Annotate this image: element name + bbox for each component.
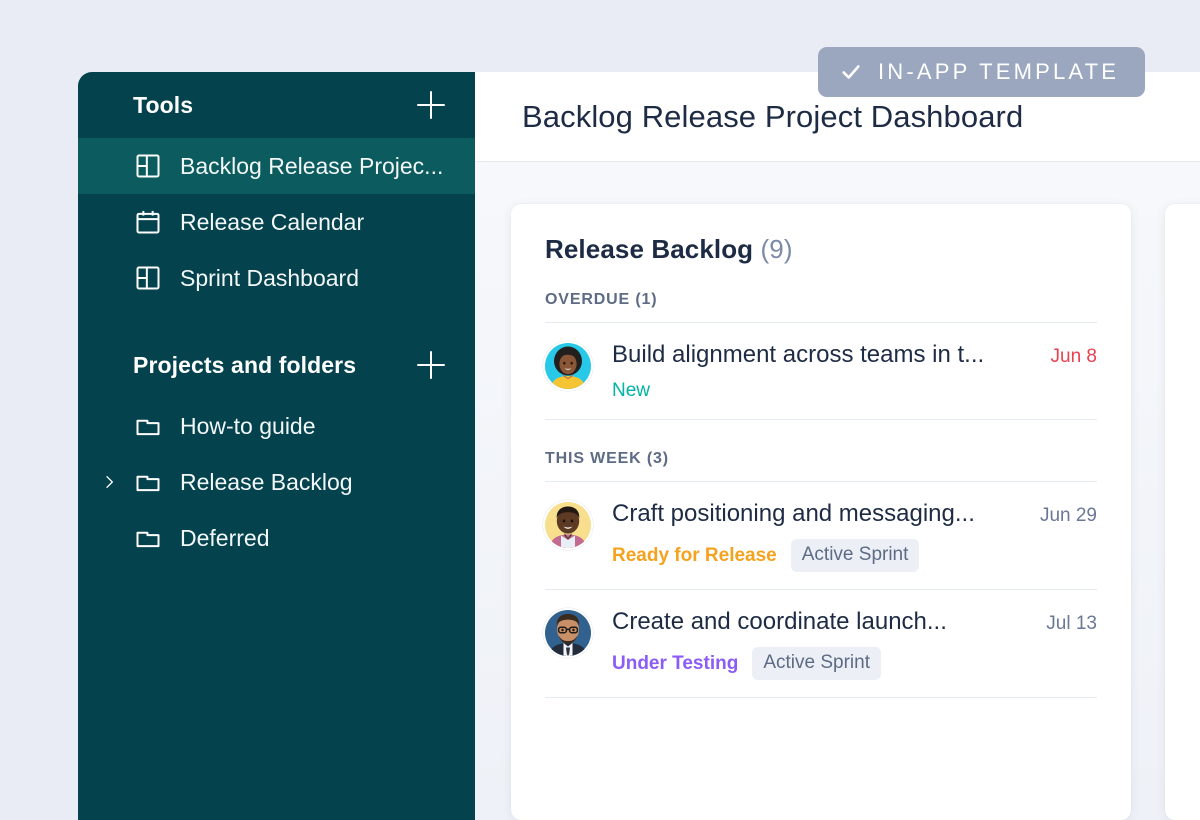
page-title: Backlog Release Project Dashboard: [522, 98, 1024, 134]
sidebar: Tools Backlog Release Projec... Release …: [78, 72, 475, 820]
sidebar-section-spacer: [78, 306, 475, 332]
sidebar-item-label: Release Backlog: [180, 468, 353, 495]
sprint-tag[interactable]: Active Sprint: [752, 647, 881, 680]
sprint-tag[interactable]: Active Sprint: [790, 539, 920, 572]
sidebar-item-release-calendar[interactable]: Release Calendar: [78, 194, 475, 250]
dashboard-icon: [133, 263, 163, 293]
sidebar-item-sprint-dashboard[interactable]: Sprint Dashboard: [78, 250, 475, 306]
task-meta-row: Under Testing Active Sprint: [612, 647, 1097, 680]
avatar-man-smiling: [545, 502, 591, 548]
status-badge[interactable]: Under Testing: [612, 653, 738, 675]
avatar-man-glasses: [545, 610, 591, 656]
in-app-template-badge: IN-APP TEMPLATE: [818, 47, 1146, 97]
folder-icon: [133, 411, 163, 441]
secondary-card[interactable]: [1165, 204, 1200, 820]
chevron-right-icon[interactable]: [100, 473, 118, 491]
sidebar-item-release-backlog[interactable]: Release Backlog: [78, 454, 475, 510]
task-name[interactable]: Build alignment across teams in t...: [612, 341, 984, 369]
task-due-date: Jun 8: [1050, 346, 1097, 367]
task-meta-row: New: [612, 380, 1097, 402]
dashboard-icon: [133, 151, 163, 181]
sidebar-item-label: Sprint Dashboard: [180, 264, 359, 291]
main-content: Backlog Release Project Dashboard Releas…: [475, 72, 1200, 820]
folder-icon: [133, 523, 163, 553]
status-badge[interactable]: Ready for Release: [612, 545, 777, 567]
task-body: Craft positioning and messaging... Jun 2…: [612, 500, 1097, 572]
plus-icon-projects[interactable]: [417, 351, 445, 379]
sidebar-section-header-tools: Tools: [78, 72, 475, 138]
task-name[interactable]: Create and coordinate launch...: [612, 608, 947, 636]
card-title-text: Release Backlog: [545, 234, 754, 264]
sidebar-section-header-projects: Projects and folders: [78, 332, 475, 398]
status-badge[interactable]: New: [612, 380, 650, 402]
task-main-row: Create and coordinate launch... Jul 13: [612, 608, 1097, 636]
task-name[interactable]: Craft positioning and messaging...: [612, 500, 975, 528]
task-body: Build alignment across teams in t... Jun…: [612, 341, 1097, 402]
board-area: Release Backlog (9) OVERDUE (1) Build al…: [475, 162, 1200, 820]
app-window: Tools Backlog Release Projec... Release …: [78, 72, 1200, 820]
sidebar-section-title-tools: Tools: [133, 91, 194, 118]
sidebar-item-label: Release Calendar: [180, 208, 365, 235]
sidebar-item-label: Backlog Release Projec...: [180, 152, 444, 179]
sidebar-item-label: Deferred: [180, 524, 270, 551]
card-title: Release Backlog (9): [545, 234, 1097, 265]
task-row[interactable]: Craft positioning and messaging... Jun 2…: [545, 482, 1097, 589]
task-main-row: Craft positioning and messaging... Jun 2…: [612, 500, 1097, 528]
sidebar-item-deferred[interactable]: Deferred: [78, 510, 475, 566]
plus-icon-tools[interactable]: [417, 91, 445, 119]
task-due-date: Jul 13: [1046, 613, 1097, 634]
sidebar-item-backlog-release-project[interactable]: Backlog Release Projec...: [78, 138, 475, 194]
task-meta-row: Ready for Release Active Sprint: [612, 539, 1097, 572]
calendar-icon: [133, 207, 163, 237]
check-icon: [842, 65, 860, 79]
sidebar-item-label: How-to guide: [180, 412, 316, 439]
group-label-this-week: THIS WEEK (3): [545, 450, 669, 467]
task-main-row: Build alignment across teams in t... Jun…: [612, 341, 1097, 369]
app-root: Tools Backlog Release Projec... Release …: [0, 0, 1200, 820]
task-row[interactable]: Build alignment across teams in t... Jun…: [545, 323, 1097, 419]
task-body: Create and coordinate launch... Jul 13 U…: [612, 608, 1097, 680]
release-backlog-card: Release Backlog (9) OVERDUE (1) Build al…: [511, 204, 1131, 820]
group-label-overdue: OVERDUE (1): [545, 291, 658, 308]
task-row[interactable]: Create and coordinate launch... Jul 13 U…: [545, 590, 1097, 697]
folder-icon: [133, 467, 163, 497]
divider: [545, 697, 1097, 698]
badge-label: IN-APP TEMPLATE: [878, 59, 1120, 84]
card-task-count: (9): [760, 234, 793, 264]
avatar-woman-curly-hair: [545, 343, 591, 389]
sidebar-item-how-to-guide[interactable]: How-to guide: [78, 398, 475, 454]
task-due-date: Jun 29: [1039, 505, 1097, 526]
sidebar-section-title-projects: Projects and folders: [133, 351, 357, 378]
